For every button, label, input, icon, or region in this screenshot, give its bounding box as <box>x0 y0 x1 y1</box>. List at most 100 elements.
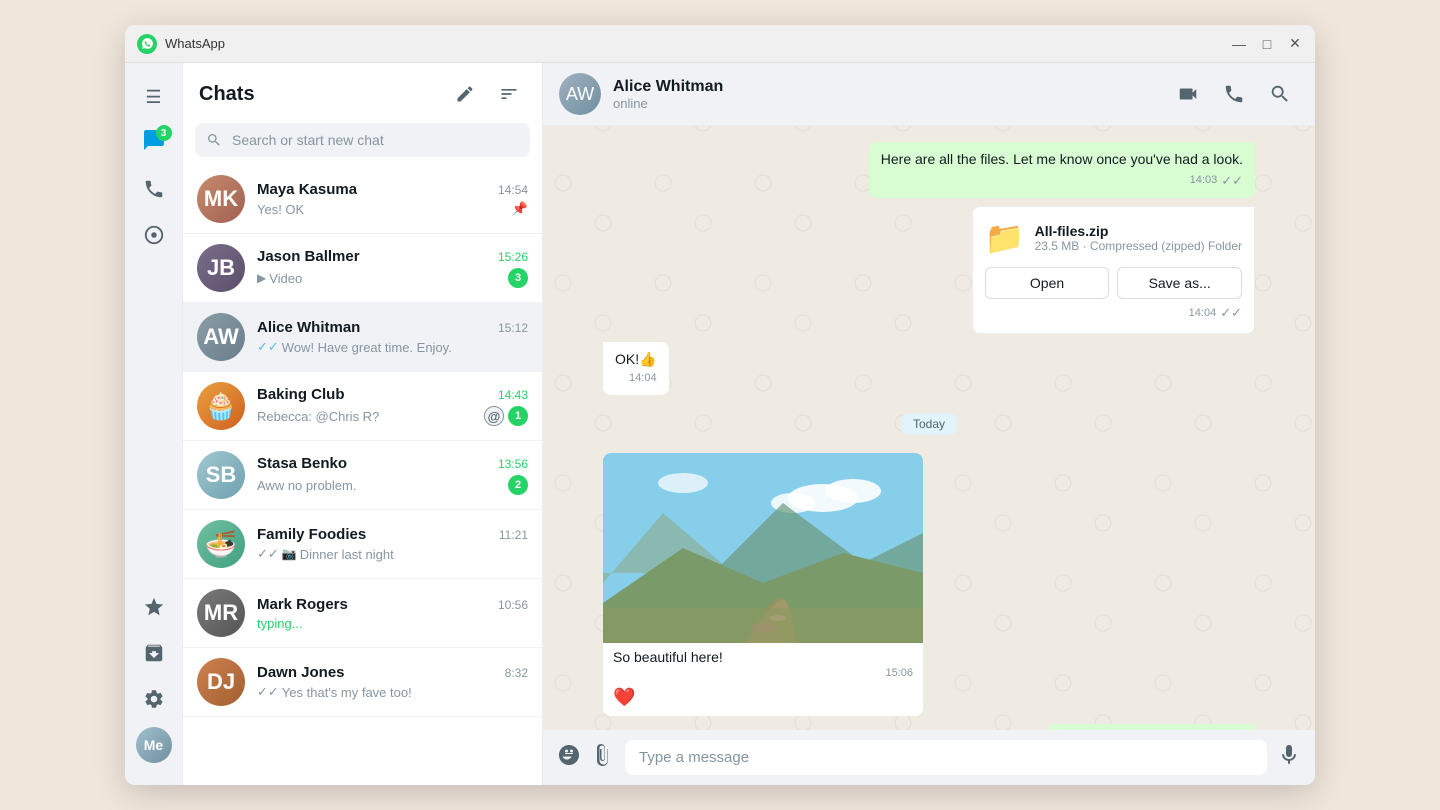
message-m5: So beautiful here! 15:06 ❤️ <box>603 453 923 716</box>
photo-reaction: ❤️ <box>603 687 923 716</box>
chat-name-mark: Mark Rogers <box>257 596 348 613</box>
avatar-baking: 🧁 <box>197 382 245 430</box>
unread-badge-stasa: 2 <box>508 475 528 495</box>
chat-preview-stasa: Aww no problem. <box>257 478 502 493</box>
chats-badge: 3 <box>156 125 172 141</box>
close-button[interactable]: ✕ <box>1287 36 1303 52</box>
chat-list-panel: Chats MK <box>183 63 543 785</box>
avatar-jason: JB <box>197 244 245 292</box>
chat-filter-button[interactable] <box>492 77 526 111</box>
chat-preview-maya: Yes! OK <box>257 202 512 217</box>
nav-starred[interactable] <box>134 587 174 627</box>
message-m1: Here are all the files. Let me know once… <box>869 142 1255 198</box>
chat-header: AW Alice Whitman online <box>543 63 1315 126</box>
photo-image[interactable] <box>603 453 923 643</box>
maximize-button[interactable]: □ <box>1259 36 1275 52</box>
chat-info-stasa: Stasa Benko 13:56 Aww no problem. 2 <box>257 455 528 495</box>
msg-meta-m2: 14:04 ✓✓ <box>985 305 1242 321</box>
chat-item-stasa[interactable]: SB Stasa Benko 13:56 Aww no problem. 2 <box>183 441 542 510</box>
msg-ticks-m1: ✓✓ <box>1221 172 1243 190</box>
file-open-button[interactable]: Open <box>985 267 1110 299</box>
chat-name-jason: Jason Ballmer <box>257 248 360 265</box>
chat-info-maya: Maya Kasuma 14:54 Yes! OK 📌 <box>257 181 528 217</box>
chat-item-jason[interactable]: JB Jason Ballmer 15:26 ▶ Video 3 <box>183 234 542 303</box>
search-input[interactable] <box>226 124 519 156</box>
chat-name-maya: Maya Kasuma <box>257 181 357 198</box>
titlebar: WhatsApp — □ ✕ <box>125 25 1315 63</box>
minimize-button[interactable]: — <box>1231 36 1247 52</box>
chat-time-baking: 14:43 <box>498 388 528 402</box>
chat-list: MK Maya Kasuma 14:54 Yes! OK 📌 <box>183 165 542 785</box>
unread-count-baking: 1 <box>508 406 528 426</box>
new-chat-button[interactable] <box>448 77 482 111</box>
titlebar-controls: — □ ✕ <box>1231 36 1303 52</box>
avatar-dawn: DJ <box>197 658 245 706</box>
message-m2: 📁 All-files.zip 23.5 MB · Compressed (zi… <box>972 206 1255 334</box>
nav-archived[interactable] <box>134 633 174 673</box>
chat-search-button[interactable] <box>1261 75 1299 113</box>
attach-button[interactable] <box>591 743 615 773</box>
msg-time-m3: 14:04 <box>629 371 657 386</box>
app-body: ☰ 3 Me <box>125 63 1315 785</box>
chat-header-actions <box>1169 75 1299 113</box>
unread-badge-baking: @ <box>484 406 504 426</box>
file-save-button[interactable]: Save as... <box>1117 267 1242 299</box>
file-header-m2: 📁 All-files.zip 23.5 MB · Compressed (zi… <box>985 219 1242 257</box>
voice-call-button[interactable] <box>1215 75 1253 113</box>
message-input[interactable] <box>625 740 1267 775</box>
msg-meta-m3: 14:04 <box>615 371 657 386</box>
nav-chats[interactable]: 3 <box>134 123 174 163</box>
msg-bubble-m3: OK!👍 14:04 <box>603 342 669 395</box>
chat-preview-jason: ▶ Video <box>257 271 502 286</box>
chat-header-status: online <box>613 96 1169 111</box>
chat-list-header: Chats <box>183 63 542 119</box>
date-label: Today <box>901 413 957 435</box>
photo-time: 15:06 <box>885 667 913 679</box>
chat-preview-family: ✓✓ 📷 Dinner last night <box>257 546 528 562</box>
nav-settings[interactable] <box>134 679 174 719</box>
chat-item-baking[interactable]: 🧁 Baking Club 14:43 Rebecca: @Chris R? @… <box>183 372 542 441</box>
chat-item-dawn[interactable]: DJ Dawn Jones 8:32 ✓✓ Yes that's my fave… <box>183 648 542 717</box>
chat-info-family: Family Foodies 11:21 ✓✓ 📷 Dinner last ni… <box>257 526 528 562</box>
message-m3: OK!👍 14:04 <box>603 342 669 395</box>
chats-title: Chats <box>199 83 255 106</box>
voice-message-button[interactable] <box>1277 743 1301 773</box>
chat-header-info: Alice Whitman online <box>613 78 1169 111</box>
chat-preview-mark: typing... <box>257 616 528 631</box>
file-actions-m2: Open Save as... <box>985 267 1242 299</box>
chat-info-dawn: Dawn Jones 8:32 ✓✓ Yes that's my fave to… <box>257 664 528 700</box>
chat-panel: AW Alice Whitman online <box>543 63 1315 785</box>
chat-info-alice: Alice Whitman 15:12 ✓✓ Wow! Have great t… <box>257 319 528 355</box>
chat-item-family[interactable]: 🍜 Family Foodies 11:21 ✓✓ 📷 Dinner last … <box>183 510 542 579</box>
photo-meta: 15:06 <box>613 667 913 679</box>
msg-time-m1: 14:03 <box>1190 173 1218 188</box>
chat-info-mark: Mark Rogers 10:56 typing... <box>257 596 528 631</box>
photo-caption-text: So beautiful here! <box>613 649 723 665</box>
chat-name-family: Family Foodies <box>257 526 366 543</box>
msg-ticks-m2: ✓✓ <box>1220 305 1242 321</box>
msg-time-m2: 14:04 <box>1189 307 1217 319</box>
emoji-button[interactable] <box>557 743 581 773</box>
nav-status[interactable] <box>134 215 174 255</box>
chat-time-dawn: 8:32 <box>505 666 528 680</box>
chat-header-avatar[interactable]: AW <box>559 73 601 115</box>
chat-preview-dawn: ✓✓ Yes that's my fave too! <box>257 684 528 700</box>
file-bubble-m2: 📁 All-files.zip 23.5 MB · Compressed (zi… <box>972 206 1255 334</box>
nav-calls[interactable] <box>134 169 174 209</box>
msg-text-m3: OK!👍 <box>615 351 657 367</box>
msg-bubble-m1: Here are all the files. Let me know once… <box>869 142 1255 198</box>
msg-meta-m1: 14:03 ✓✓ <box>881 172 1243 190</box>
pin-icon-maya: 📌 <box>512 201 528 217</box>
nav-menu[interactable]: ☰ <box>134 77 174 117</box>
chat-preview-alice: ✓✓ Wow! Have great time. Enjoy. <box>257 339 528 355</box>
video-call-button[interactable] <box>1169 75 1207 113</box>
chat-name-dawn: Dawn Jones <box>257 664 345 681</box>
chat-item-mark[interactable]: MR Mark Rogers 10:56 typing... <box>183 579 542 648</box>
chat-item-alice[interactable]: AW Alice Whitman 15:12 ✓✓ Wow! Have grea… <box>183 303 542 372</box>
avatar-maya: MK <box>197 175 245 223</box>
chat-item-maya[interactable]: MK Maya Kasuma 14:54 Yes! OK 📌 <box>183 165 542 234</box>
sidebar-nav: ☰ 3 Me <box>125 63 183 785</box>
avatar-family: 🍜 <box>197 520 245 568</box>
nav-avatar[interactable]: Me <box>134 725 174 765</box>
chat-input-bar <box>543 730 1315 785</box>
